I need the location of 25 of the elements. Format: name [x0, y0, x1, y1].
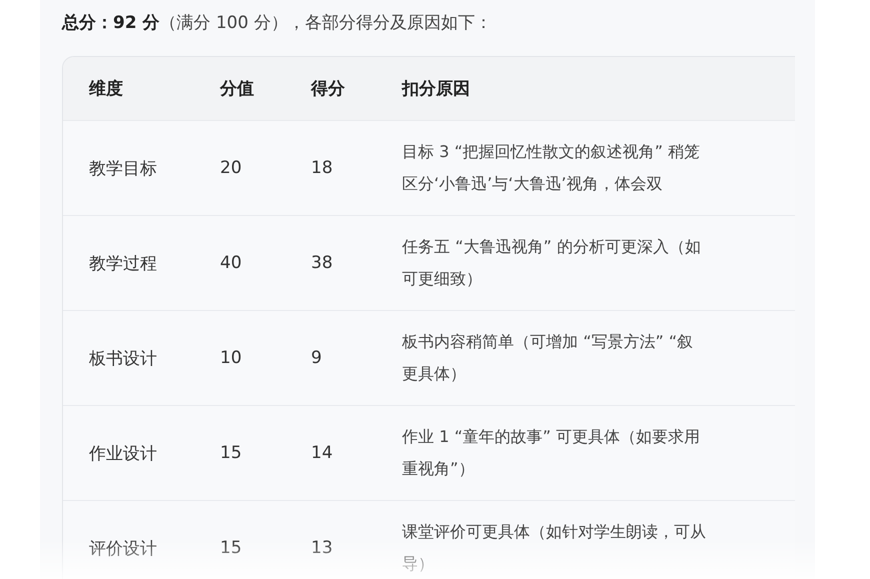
table-cell-text: 14: [310, 443, 334, 463]
column-header: 维度: [88, 78, 124, 100]
table-cell-text: 作业设计: [88, 442, 158, 464]
table-cell-text: 课堂评价可更具体（如针对学生朗读，可从 导）: [401, 521, 707, 575]
column-header: 扣分原因: [400, 78, 471, 100]
table-cell-text: 18: [310, 158, 334, 178]
table-cell-text: 20: [219, 158, 243, 178]
table-cell-text: 任务五 “大鲁迅视角” 的分析可更深入（如 可更细致）: [401, 236, 702, 290]
table-cell-text: 教学过程: [88, 252, 158, 274]
table-cell-text: 教学目标: [88, 158, 158, 180]
table-cell-text: 9: [310, 348, 323, 368]
table-cell-text: 10: [219, 348, 243, 368]
table-cell-text: 作业 1 “童年的故事” 可更具体（如要求用 重视角”）: [401, 426, 702, 480]
column-header: 分值: [218, 78, 255, 100]
table-cell-text: 13: [310, 538, 334, 558]
table-cell-text: 目标 3 “把握回忆性散文的叙述视角” 稍笼 区分‘小鲁迅’与‘大鲁迅’视角，体会双: [401, 141, 702, 195]
table-cell-text: 15: [219, 538, 243, 558]
table-cell-text: 板书内容稍简单（可增加 “写景方法” “叙 更具体）: [401, 331, 694, 385]
table-cell-text: 40: [219, 253, 243, 273]
column-header: 得分: [310, 78, 346, 100]
score-summary: 总分：92 分（满分 100 分），各部分得分及原因如下：: [62, 12, 493, 35]
table-cell-text: 38: [310, 253, 334, 273]
table-cell-text: 15: [219, 443, 243, 463]
table-cell-text: 评价设计: [88, 538, 158, 560]
table-cell-text: 板书设计: [88, 348, 158, 370]
